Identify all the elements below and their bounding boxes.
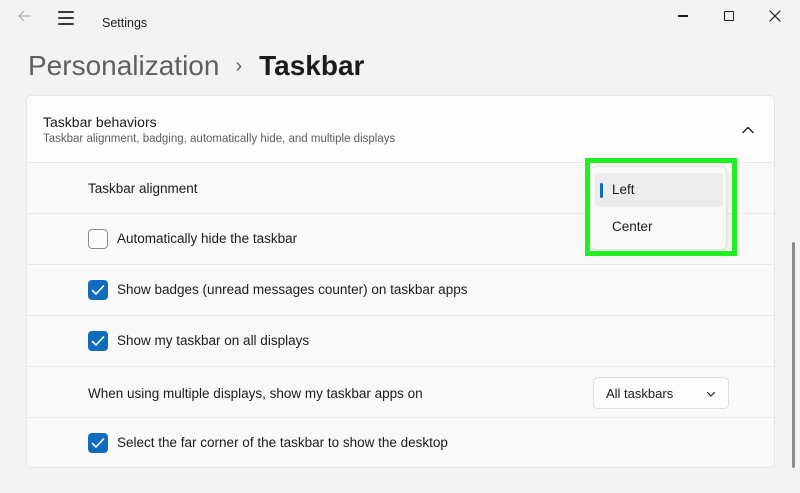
minimize-button[interactable] [660,0,706,32]
checkmark-icon [91,285,105,295]
chevron-down-icon [706,391,716,397]
badges-label: Show badges (unread messages counter) on… [117,282,468,297]
chevron-right-icon: › [235,54,243,77]
vertical-scrollbar[interactable] [792,242,795,468]
row-all-displays: Show my taskbar on all displays [27,316,774,367]
page-title: Taskbar [259,50,365,81]
section-title: Taskbar behaviors [43,114,157,130]
far-corner-checkbox[interactable] [88,433,108,453]
section-subtitle: Taskbar alignment, badging, automaticall… [43,133,396,145]
maximize-icon [724,11,734,21]
minimize-icon [678,15,688,17]
taskbar-alignment-label: Taskbar alignment [88,181,198,196]
row-multiple-displays: When using multiple displays, show my ta… [27,367,774,418]
section-header[interactable]: Taskbar behaviors Taskbar alignment, bad… [27,96,774,163]
breadcrumb-parent[interactable]: Personalization [28,50,219,82]
window-title: Settings [102,16,148,30]
row-badges: Show badges (unread messages counter) on… [27,265,774,316]
close-button[interactable] [752,0,798,32]
highlight-frame [585,158,737,256]
auto-hide-label: Automatically hide the taskbar [117,231,298,246]
auto-hide-checkbox[interactable] [88,229,108,249]
taskbar-apps-select-value: All taskbars [606,386,674,401]
row-far-corner: Select the far corner of the taskbar to … [27,418,774,467]
checkmark-icon [91,438,105,448]
all-displays-checkbox[interactable] [88,331,108,351]
far-corner-label: Select the far corner of the taskbar to … [117,435,448,450]
title-bar: Settings [0,0,800,34]
back-arrow-icon[interactable] [12,8,36,28]
maximize-button[interactable] [706,0,752,32]
close-icon [769,10,781,22]
multiple-displays-label: When using multiple displays, show my ta… [88,386,423,401]
hamburger-menu-icon[interactable] [56,8,78,28]
breadcrumb: Personalization › Taskbar [28,46,364,86]
chevron-up-icon[interactable] [741,123,755,137]
all-displays-label: Show my taskbar on all displays [117,333,310,348]
badges-checkbox[interactable] [88,280,108,300]
taskbar-behaviors-card: Taskbar behaviors Taskbar alignment, bad… [26,95,775,468]
checkmark-icon [91,336,105,346]
taskbar-apps-select[interactable]: All taskbars [593,377,729,409]
